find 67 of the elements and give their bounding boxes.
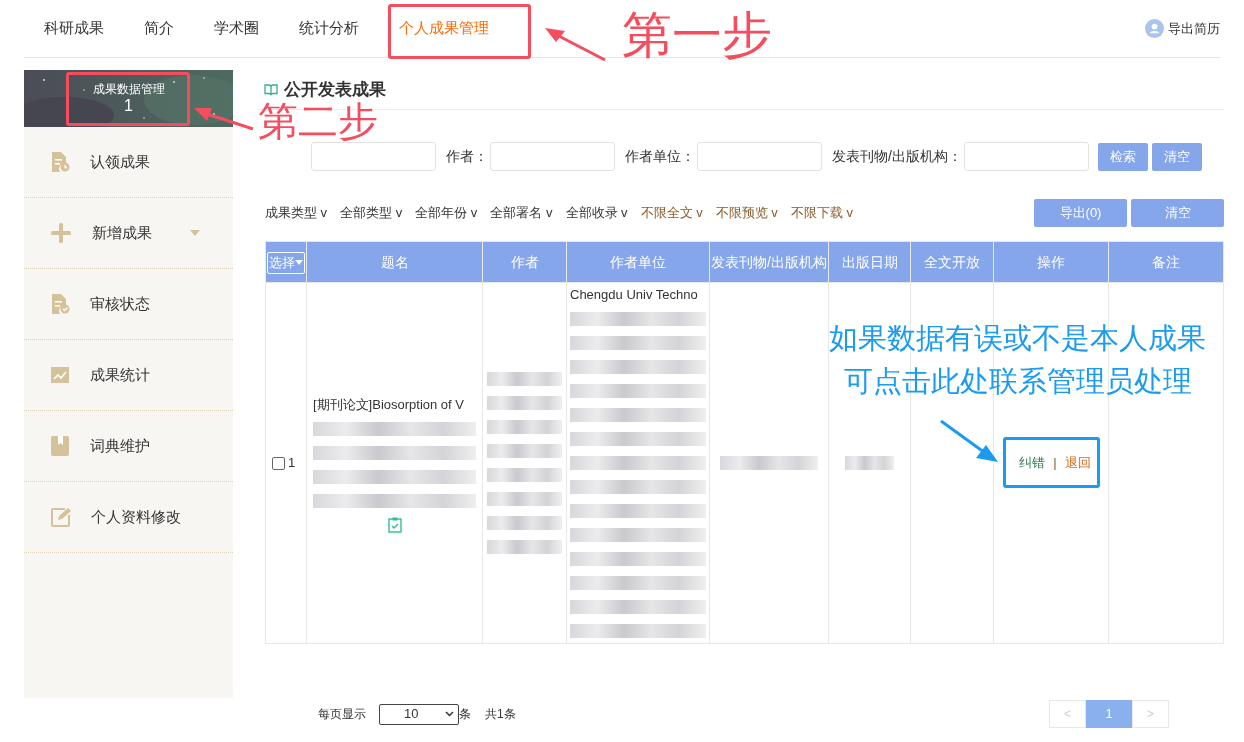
step-annotation-text: 第二步: [258, 101, 378, 141]
sidebar-item[interactable]: 词典维护: [24, 411, 233, 482]
edit-icon: [50, 506, 71, 528]
filter-dropdown[interactable]: 成果类型 v: [265, 203, 328, 223]
note-annotation: 如果数据有误或不是本人成果: [829, 321, 1206, 356]
filter-dropdown[interactable]: 不限预览 v: [715, 203, 778, 223]
unit-label: 条: [459, 706, 471, 723]
column-header: 出版日期: [841, 253, 898, 270]
column-header: 作者: [510, 253, 539, 270]
filter-dropdown[interactable]: 不限下载 v: [790, 203, 853, 223]
pointer-arrow: [940, 420, 998, 462]
sidebar-header-title: 成果数据管理: [92, 82, 165, 97]
pointer-arrow: [194, 108, 254, 130]
pointer-arrow: [545, 28, 607, 62]
field-label: 作者：: [446, 147, 488, 166]
input-field[interactable]: [311, 142, 436, 171]
filter-dropdown[interactable]: 不限全文 v: [640, 203, 703, 223]
nav-tab[interactable]: 学术圈: [194, 17, 279, 40]
caret-icon: [295, 260, 303, 266]
cell-text: [期刊论文]Biosorption of V: [313, 396, 465, 414]
field-label: 发表刊物/出版机构：: [832, 147, 962, 166]
checkbox[interactable]: [272, 456, 285, 470]
column-header: 发表刊物/出版机构: [711, 253, 827, 270]
filter-dropdown[interactable]: 全部署名 v: [490, 203, 553, 223]
input-field[interactable]: [697, 142, 822, 171]
column-header: 备注: [1152, 253, 1180, 270]
line-chart-icon: [50, 366, 70, 384]
export-resume-link[interactable]: 导出简历: [1145, 18, 1220, 39]
sidebar-item[interactable]: 认领成果: [24, 127, 233, 198]
sidebar-item[interactable]: 成果统计: [24, 340, 233, 411]
column-header: 操作: [1037, 253, 1065, 270]
chevron-down-icon: [445, 711, 454, 717]
return-link[interactable]: 退回: [1064, 453, 1091, 473]
filter-dropdown[interactable]: 全部收录 v: [565, 203, 628, 223]
column-header: 题名: [380, 253, 409, 270]
per-page-label: 每页显示: [318, 706, 366, 723]
nav-tab[interactable]: 统计分析: [279, 17, 379, 40]
filter-dropdown[interactable]: 全部类型 v: [340, 203, 403, 223]
per-page-select[interactable]: 10: [379, 703, 459, 725]
document-check-icon: [50, 293, 70, 315]
separator: |: [1053, 454, 1057, 473]
input-field[interactable]: [490, 142, 615, 171]
clipboard-check-icon[interactable]: [387, 517, 402, 533]
section-title: 公开发表成果: [284, 80, 386, 99]
input-field[interactable]: [963, 142, 1089, 171]
book-icon: [50, 435, 70, 457]
sidebar-item[interactable]: 新增成果: [24, 198, 233, 269]
column-header: 作者单位: [610, 253, 666, 270]
nav-tab[interactable]: 科研成果: [24, 17, 124, 40]
result-count: 1: [124, 97, 133, 115]
sidebar-item[interactable]: 审核状态: [24, 269, 233, 340]
correct-link[interactable]: 纠错: [1019, 453, 1046, 473]
sidebar-item[interactable]: 个人资料修改: [24, 482, 233, 553]
blurred-text: [845, 456, 894, 470]
note-annotation: 可点击此处联系管理员处理: [843, 364, 1192, 399]
step-annotation-text: 第一步: [622, 6, 772, 65]
field-label: 作者单位：: [625, 147, 695, 166]
column-header: 全文开放: [924, 253, 980, 270]
document-clock-icon: [50, 151, 70, 173]
cell-text: Chengdu Univ Techno: [570, 286, 699, 304]
book-icon: [264, 83, 278, 96]
nav-tab[interactable]: 简介: [124, 17, 194, 40]
filter-dropdown[interactable]: 全部年份 v: [415, 203, 478, 223]
user-icon: [1145, 19, 1164, 38]
row-number: 1: [288, 454, 296, 473]
total-count: 共1条: [485, 706, 516, 723]
plus-icon: [50, 222, 72, 244]
